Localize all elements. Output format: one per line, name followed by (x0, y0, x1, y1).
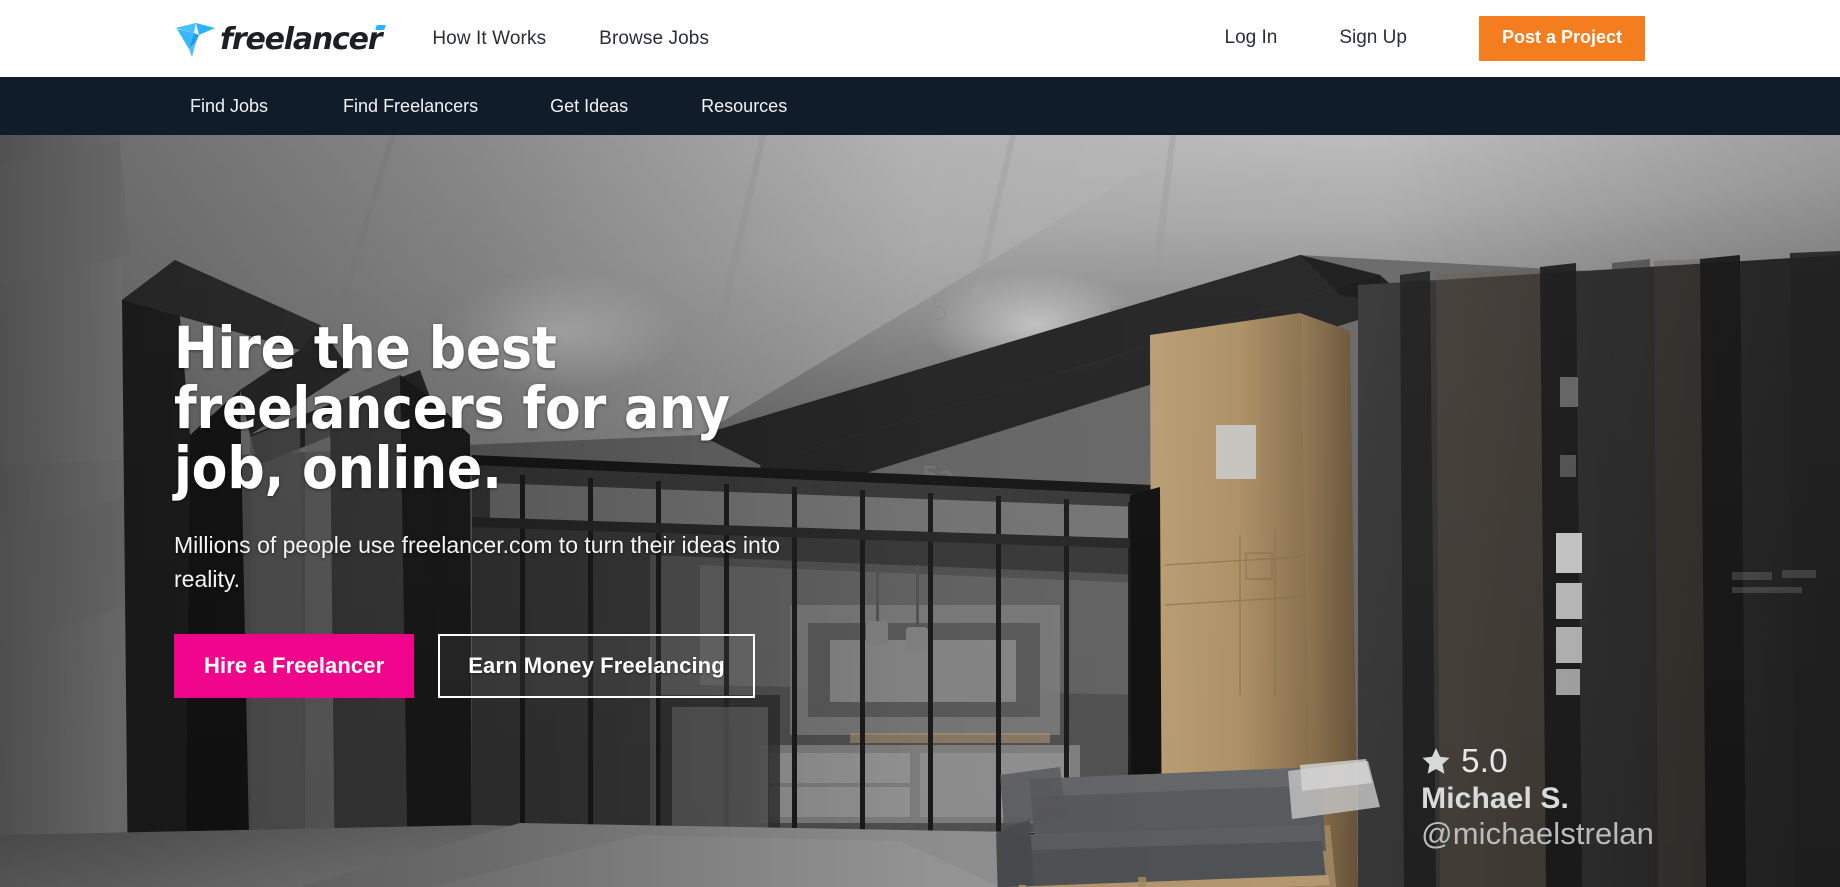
earn-money-freelancing-button[interactable]: Earn Money Freelancing (438, 633, 755, 698)
signup-link[interactable]: Sign Up (1339, 27, 1407, 49)
logo-accent-tick (375, 25, 387, 30)
post-a-project-button[interactable]: Post a Project (1478, 16, 1645, 61)
nav-how-it-works[interactable]: How It Works (432, 28, 546, 50)
page-root: freelancer How It Works Browse Jobs Log … (0, 0, 1840, 887)
primary-nav: How It Works Browse Jobs (432, 28, 709, 50)
hero-subtitle: Millions of people use freelancer.com to… (174, 532, 780, 592)
freelancer-bird-logo-icon (174, 19, 220, 59)
hero-headline: Hire the best freelancers for any job, o… (174, 314, 730, 503)
freelancer-logo[interactable]: freelancer (174, 0, 390, 77)
subnav-item-resources[interactable]: Resources (701, 96, 787, 117)
login-link[interactable]: Log In (1225, 27, 1278, 49)
secondary-nav: Find Jobs Find Freelancers Get Ideas Res… (0, 77, 1840, 135)
subnav-item-find-freelancers[interactable]: Find Freelancers (343, 96, 478, 117)
hire-a-freelancer-button[interactable]: Hire a Freelancer (174, 633, 415, 698)
header-actions: Log In Sign Up Post a Project (1225, 16, 1645, 61)
freelancer-wordmark: freelancer (220, 21, 383, 57)
hero-content: Hire the best freelancers for any job, o… (174, 135, 894, 887)
subnav-item-get-ideas[interactable]: Get Ideas (550, 96, 628, 117)
subnav-item-find-jobs[interactable]: Find Jobs (190, 96, 268, 117)
site-header: freelancer How It Works Browse Jobs Log … (0, 0, 1840, 77)
nav-browse-jobs[interactable]: Browse Jobs (599, 28, 709, 50)
secondary-nav-items: Find Jobs Find Freelancers Get Ideas Res… (190, 96, 787, 117)
hero-cta-group: Hire a Freelancer Earn Money Freelancing (174, 633, 894, 698)
hero-section: 5 5a 6 (0, 135, 1840, 887)
